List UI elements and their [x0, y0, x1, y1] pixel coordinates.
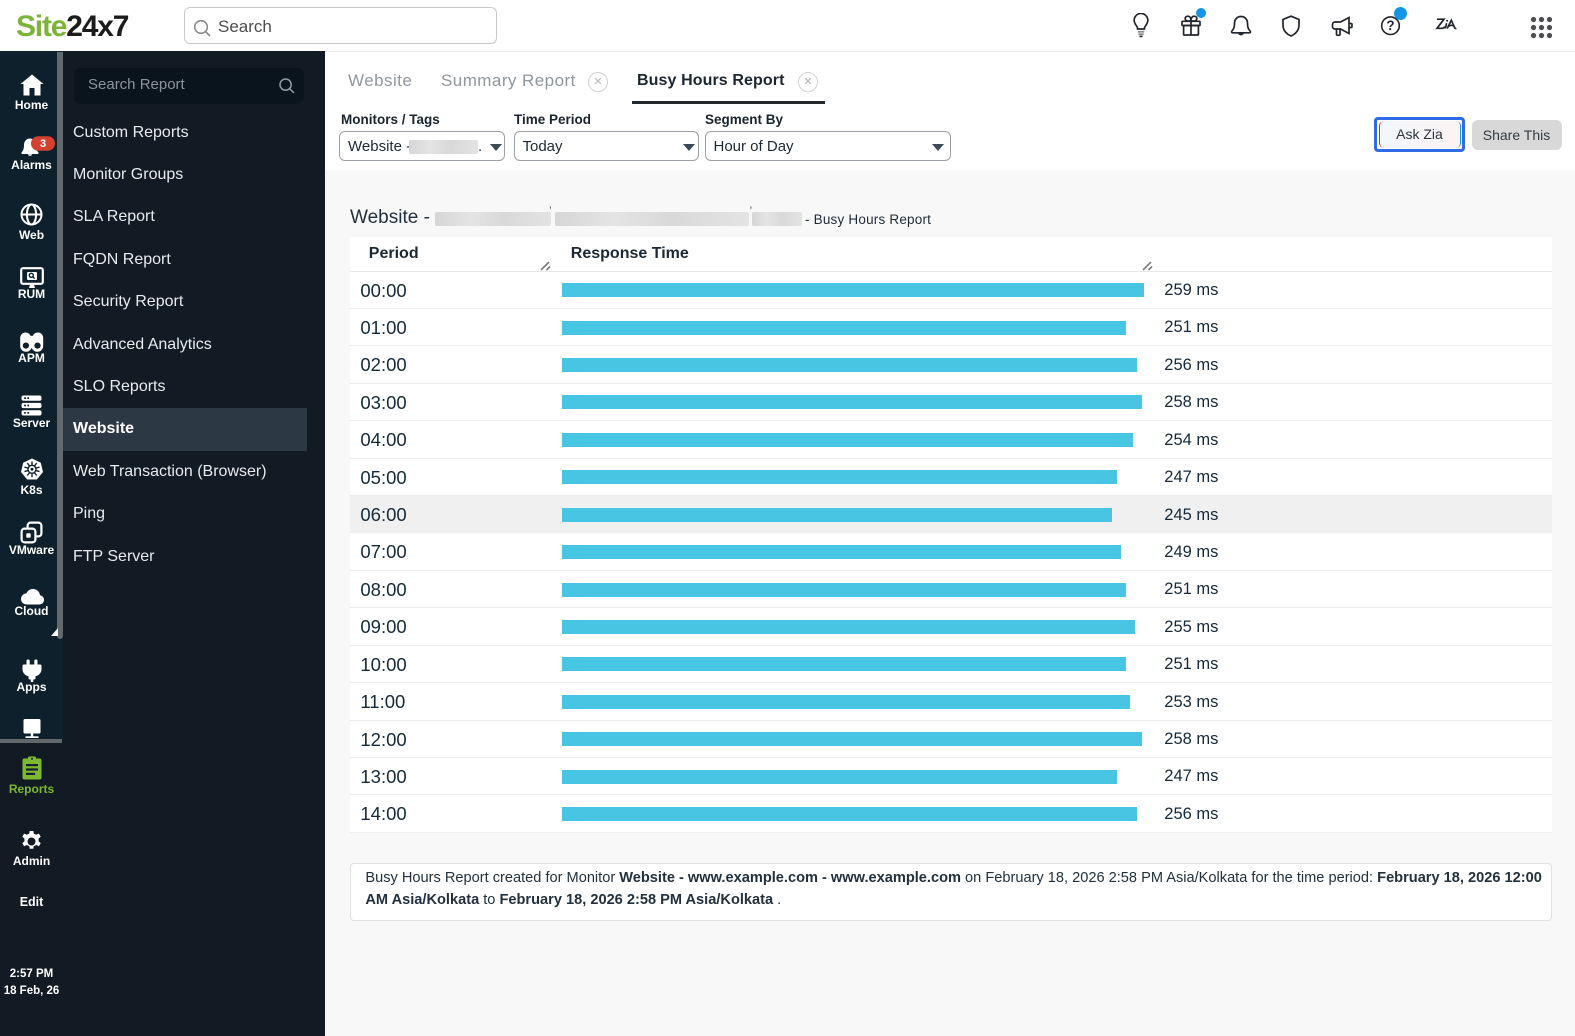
- svg-text:3: 3: [39, 138, 45, 150]
- svg-text:?: ?: [1386, 18, 1394, 33]
